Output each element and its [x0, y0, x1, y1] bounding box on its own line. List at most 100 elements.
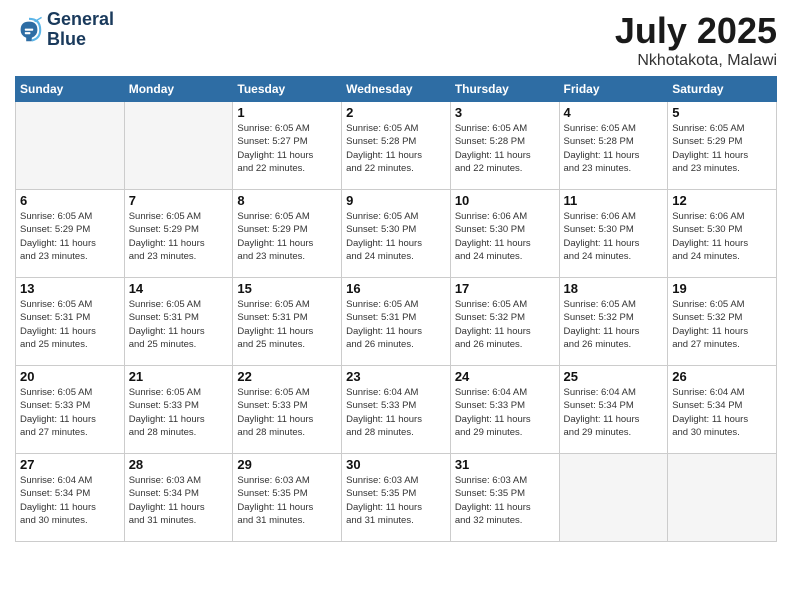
calendar-week-1: 6 Sunrise: 6:05 AM Sunset: 5:29 PM Daylig… — [16, 190, 777, 278]
logo-text: General Blue — [47, 10, 114, 50]
day-info: Sunrise: 6:05 AM Sunset: 5:33 PM Dayligh… — [129, 386, 229, 439]
day-info: Sunrise: 6:05 AM Sunset: 5:29 PM Dayligh… — [237, 210, 337, 263]
day-number: 23 — [346, 369, 446, 384]
day-info: Sunrise: 6:05 AM Sunset: 5:28 PM Dayligh… — [346, 122, 446, 175]
day-info: Sunrise: 6:05 AM Sunset: 5:27 PM Dayligh… — [237, 122, 337, 175]
day-number: 20 — [20, 369, 120, 384]
day-number: 24 — [455, 369, 555, 384]
day-number: 25 — [564, 369, 664, 384]
calendar-cell: 16Sunrise: 6:05 AM Sunset: 5:31 PM Dayli… — [342, 278, 451, 366]
col-sunday: Sunday — [16, 77, 125, 102]
calendar-cell: 25 Sunrise: 6:04 AM Sunset: 5:34 PM Dayli… — [559, 366, 668, 454]
day-number: 9 — [346, 193, 446, 208]
day-info: Sunrise: 6:05 AM Sunset: 5:28 PM Dayligh… — [564, 122, 664, 175]
day-number: 4 — [564, 105, 664, 120]
calendar-table: Sunday Monday Tuesday Wednesday Thursday… — [15, 76, 777, 542]
calendar-week-4: 27Sunrise: 6:04 AM Sunset: 5:34 PM Dayli… — [16, 454, 777, 542]
day-info: Sunrise: 6:05 AM Sunset: 5:31 PM Dayligh… — [237, 298, 337, 351]
day-number: 22 — [237, 369, 337, 384]
page-container: General Blue July 2025 Nkhotakota, Malaw… — [0, 0, 792, 552]
calendar-cell: 28 Sunrise: 6:03 AM Sunset: 5:34 PM Dayli… — [124, 454, 233, 542]
calendar-cell: 29 Sunrise: 6:03 AM Sunset: 5:35 PM Dayli… — [233, 454, 342, 542]
calendar-cell: 12Sunrise: 6:06 AM Sunset: 5:30 PM Dayli… — [668, 190, 777, 278]
title-month: July 2025 — [615, 10, 777, 52]
day-number: 3 — [455, 105, 555, 120]
day-number: 15 — [237, 281, 337, 296]
day-info: Sunrise: 6:05 AM Sunset: 5:29 PM Dayligh… — [672, 122, 772, 175]
day-info: Sunrise: 6:06 AM Sunset: 5:30 PM Dayligh… — [564, 210, 664, 263]
day-info: Sunrise: 6:05 AM Sunset: 5:31 PM Dayligh… — [129, 298, 229, 351]
calendar-header-row: Sunday Monday Tuesday Wednesday Thursday… — [16, 77, 777, 102]
day-number: 1 — [237, 105, 337, 120]
calendar-cell: 17Sunrise: 6:05 AM Sunset: 5:32 PM Dayli… — [450, 278, 559, 366]
calendar-cell: 4 Sunrise: 6:05 AM Sunset: 5:28 PM Daylig… — [559, 102, 668, 190]
day-number: 30 — [346, 457, 446, 472]
day-number: 29 — [237, 457, 337, 472]
calendar-cell: 26 Sunrise: 6:04 AM Sunset: 5:34 PM Dayli… — [668, 366, 777, 454]
logo: General Blue — [15, 10, 114, 50]
day-number: 7 — [129, 193, 229, 208]
day-number: 31 — [455, 457, 555, 472]
col-saturday: Saturday — [668, 77, 777, 102]
day-number: 26 — [672, 369, 772, 384]
day-number: 19 — [672, 281, 772, 296]
calendar-cell: 5 Sunrise: 6:05 AM Sunset: 5:29 PM Daylig… — [668, 102, 777, 190]
day-info: Sunrise: 6:05 AM Sunset: 5:32 PM Dayligh… — [564, 298, 664, 351]
day-info: Sunrise: 6:03 AM Sunset: 5:35 PM Dayligh… — [346, 474, 446, 527]
calendar-cell: 9Sunrise: 6:05 AM Sunset: 5:30 PM Daylig… — [342, 190, 451, 278]
day-number: 10 — [455, 193, 555, 208]
day-info: Sunrise: 6:03 AM Sunset: 5:35 PM Dayligh… — [455, 474, 555, 527]
day-number: 8 — [237, 193, 337, 208]
day-info: Sunrise: 6:05 AM Sunset: 5:31 PM Dayligh… — [20, 298, 120, 351]
day-info: Sunrise: 6:04 AM Sunset: 5:34 PM Dayligh… — [672, 386, 772, 439]
calendar-week-3: 20 Sunrise: 6:05 AM Sunset: 5:33 PM Dayli… — [16, 366, 777, 454]
title-location: Nkhotakota, Malawi — [615, 52, 777, 70]
day-info: Sunrise: 6:05 AM Sunset: 5:33 PM Dayligh… — [20, 386, 120, 439]
calendar-cell: 24 Sunrise: 6:04 AM Sunset: 5:33 PM Dayli… — [450, 366, 559, 454]
day-info: Sunrise: 6:05 AM Sunset: 5:32 PM Dayligh… — [672, 298, 772, 351]
calendar-cell — [559, 454, 668, 542]
calendar-cell: 8 Sunrise: 6:05 AM Sunset: 5:29 PM Daylig… — [233, 190, 342, 278]
day-number: 5 — [672, 105, 772, 120]
day-number: 28 — [129, 457, 229, 472]
calendar-cell: 27Sunrise: 6:04 AM Sunset: 5:34 PM Dayli… — [16, 454, 125, 542]
calendar-cell: 11Sunrise: 6:06 AM Sunset: 5:30 PM Dayli… — [559, 190, 668, 278]
calendar-cell: 30 Sunrise: 6:03 AM Sunset: 5:35 PM Dayli… — [342, 454, 451, 542]
col-monday: Monday — [124, 77, 233, 102]
day-info: Sunrise: 6:03 AM Sunset: 5:34 PM Dayligh… — [129, 474, 229, 527]
day-info: Sunrise: 6:04 AM Sunset: 5:34 PM Dayligh… — [564, 386, 664, 439]
day-number: 16 — [346, 281, 446, 296]
calendar-cell — [124, 102, 233, 190]
calendar-cell — [668, 454, 777, 542]
day-info: Sunrise: 6:05 AM Sunset: 5:29 PM Dayligh… — [129, 210, 229, 263]
calendar-cell — [16, 102, 125, 190]
day-info: Sunrise: 6:05 AM Sunset: 5:32 PM Dayligh… — [455, 298, 555, 351]
col-tuesday: Tuesday — [233, 77, 342, 102]
calendar-cell: 7 Sunrise: 6:05 AM Sunset: 5:29 PM Daylig… — [124, 190, 233, 278]
col-thursday: Thursday — [450, 77, 559, 102]
calendar-cell: 23 Sunrise: 6:04 AM Sunset: 5:33 PM Dayli… — [342, 366, 451, 454]
day-info: Sunrise: 6:05 AM Sunset: 5:28 PM Dayligh… — [455, 122, 555, 175]
col-friday: Friday — [559, 77, 668, 102]
calendar-cell: 15 Sunrise: 6:05 AM Sunset: 5:31 PM Dayli… — [233, 278, 342, 366]
calendar-week-0: 1 Sunrise: 6:05 AM Sunset: 5:27 PM Daylig… — [16, 102, 777, 190]
day-info: Sunrise: 6:03 AM Sunset: 5:35 PM Dayligh… — [237, 474, 337, 527]
day-info: Sunrise: 6:04 AM Sunset: 5:33 PM Dayligh… — [346, 386, 446, 439]
day-info: Sunrise: 6:06 AM Sunset: 5:30 PM Dayligh… — [672, 210, 772, 263]
day-number: 21 — [129, 369, 229, 384]
calendar-cell: 21 Sunrise: 6:05 AM Sunset: 5:33 PM Dayli… — [124, 366, 233, 454]
day-info: Sunrise: 6:06 AM Sunset: 5:30 PM Dayligh… — [455, 210, 555, 263]
day-number: 2 — [346, 105, 446, 120]
calendar-cell: 2 Sunrise: 6:05 AM Sunset: 5:28 PM Daylig… — [342, 102, 451, 190]
day-info: Sunrise: 6:04 AM Sunset: 5:33 PM Dayligh… — [455, 386, 555, 439]
calendar-cell: 31 Sunrise: 6:03 AM Sunset: 5:35 PM Dayli… — [450, 454, 559, 542]
calendar-cell: 22Sunrise: 6:05 AM Sunset: 5:33 PM Dayli… — [233, 366, 342, 454]
calendar-cell: 13Sunrise: 6:05 AM Sunset: 5:31 PM Dayli… — [16, 278, 125, 366]
day-number: 6 — [20, 193, 120, 208]
calendar-week-2: 13Sunrise: 6:05 AM Sunset: 5:31 PM Dayli… — [16, 278, 777, 366]
col-wednesday: Wednesday — [342, 77, 451, 102]
day-info: Sunrise: 6:04 AM Sunset: 5:34 PM Dayligh… — [20, 474, 120, 527]
calendar-cell: 14Sunrise: 6:05 AM Sunset: 5:31 PM Dayli… — [124, 278, 233, 366]
calendar-cell: 3 Sunrise: 6:05 AM Sunset: 5:28 PM Daylig… — [450, 102, 559, 190]
calendar-cell: 19 Sunrise: 6:05 AM Sunset: 5:32 PM Dayli… — [668, 278, 777, 366]
